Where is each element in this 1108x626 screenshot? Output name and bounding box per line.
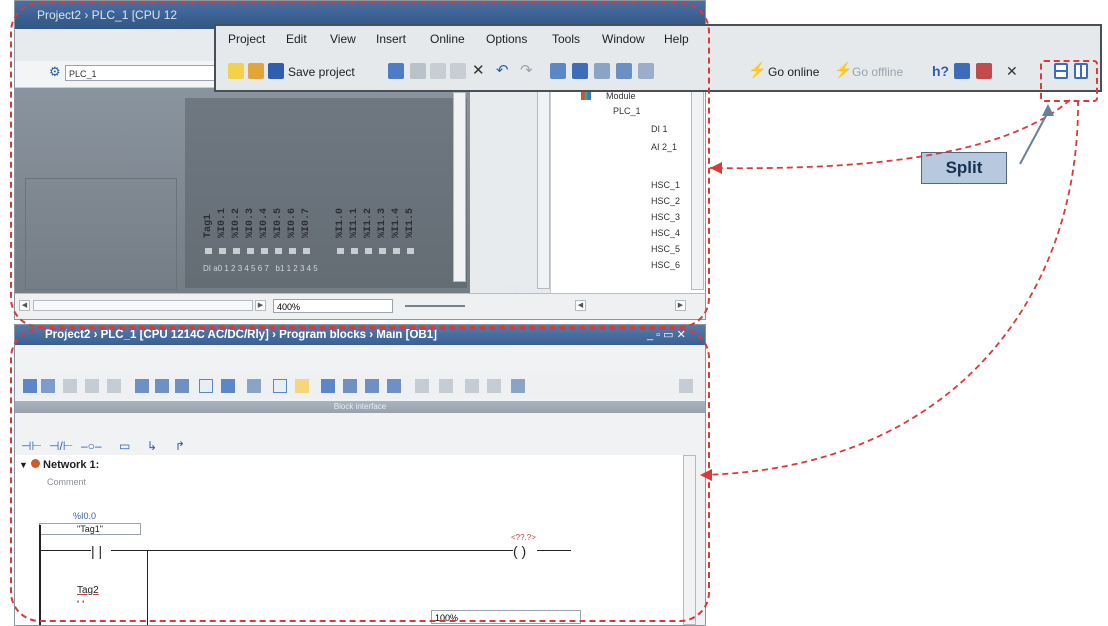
arrow-to-top-window xyxy=(709,99,1071,170)
arrow-to-bottom-window xyxy=(699,99,1079,476)
arrowhead xyxy=(700,469,712,481)
arrowhead xyxy=(1042,104,1054,116)
arrow-callout-to-button xyxy=(1019,111,1049,165)
annotation-arrows xyxy=(699,99,1079,481)
arrowhead xyxy=(710,162,722,174)
